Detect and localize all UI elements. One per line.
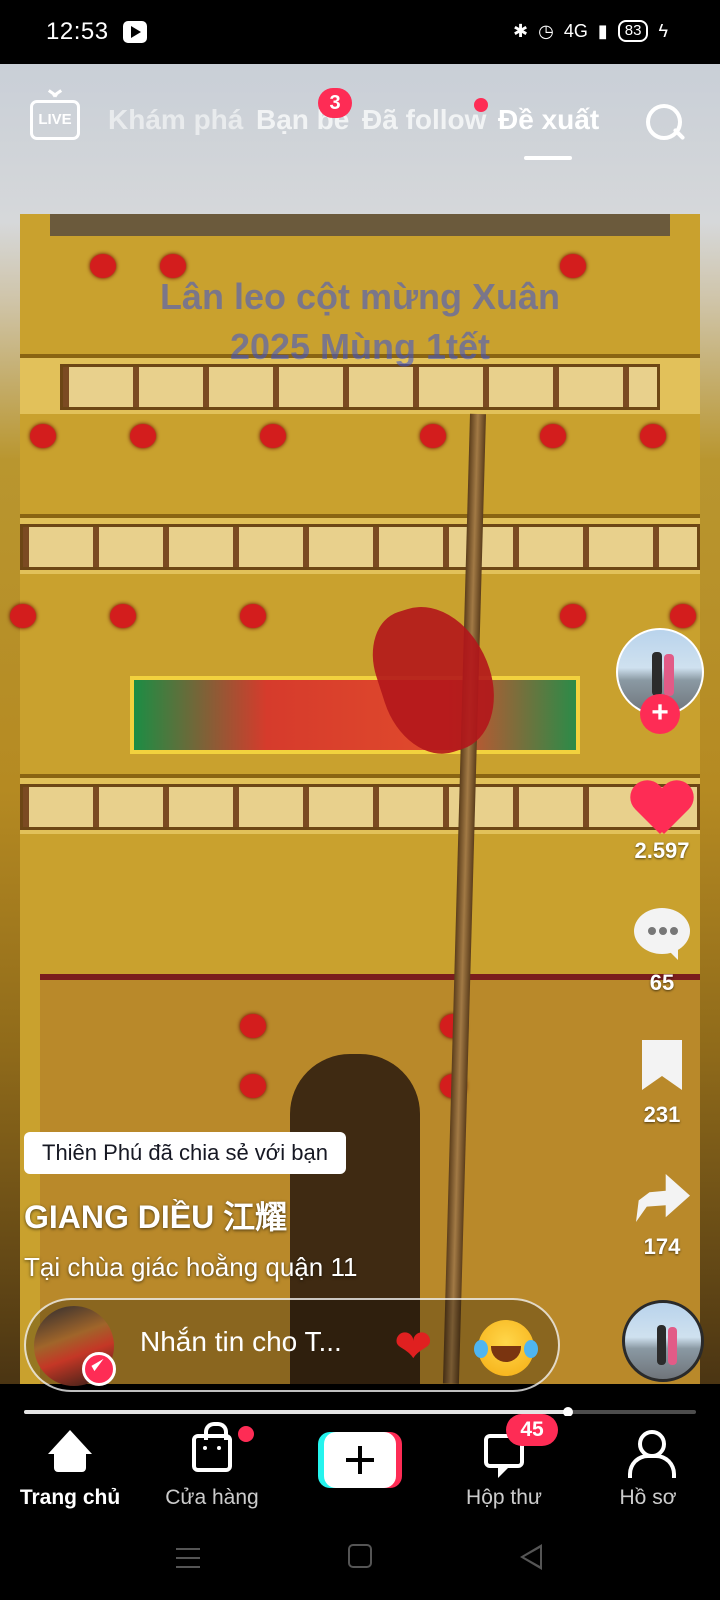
like-count: 2.597 (634, 838, 690, 863)
network-label: 4G (563, 20, 588, 41)
temple-banner (130, 676, 580, 754)
shared-by-chip[interactable]: Thiên Phú đã chia sẻ với bạn (24, 1132, 346, 1174)
laughing-tears-emoji-icon[interactable] (474, 1320, 534, 1376)
comment-count: 65 (649, 970, 675, 995)
home-icon (48, 1430, 92, 1472)
tab-kham-pha[interactable]: Khám phá (108, 104, 243, 136)
video-description[interactable]: Tại chùa giác hoằng quận 11 (24, 1252, 357, 1283)
system-home-icon[interactable] (348, 1544, 372, 1568)
youtube-notification-icon (122, 21, 147, 43)
signal-icon: ▮ (597, 20, 608, 41)
nav-profile[interactable]: Hồ sơ (578, 1426, 718, 1522)
quick-heart-icon[interactable]: ❤ (394, 1318, 433, 1374)
live-tv-icon[interactable]: LIVE (30, 100, 80, 140)
recent-apps-icon[interactable] (176, 1548, 200, 1568)
nav-inbox-label: Hộp thư (466, 1486, 542, 1509)
music-disc-avatar[interactable] (622, 1300, 704, 1382)
share-count: 174 (643, 1234, 681, 1259)
nav-home-label: Trang chủ (19, 1486, 121, 1509)
send-arrow-icon (82, 1352, 116, 1386)
battery-level: 83 (617, 20, 649, 42)
profile-person-icon (628, 1430, 676, 1478)
video-player[interactable]: Lân leo cột mừng Xuân 2025 Mùng 1tết (0, 64, 720, 1384)
plus-icon (346, 1446, 374, 1474)
nav-inbox[interactable]: 45 Hộp thư (434, 1414, 574, 1522)
nav-profile-label: Hồ sơ (619, 1486, 677, 1509)
nav-shop-label: Cửa hàng (165, 1486, 259, 1509)
comment-icon[interactable] (630, 902, 694, 966)
like-heart-icon[interactable] (630, 776, 694, 840)
nav-shop[interactable]: Cửa hàng (142, 1422, 282, 1522)
shop-dot-badge (238, 1426, 254, 1442)
video-progress-fill (24, 1410, 569, 1414)
status-time: 12:53 (46, 18, 109, 45)
status-bar: 12:53 ✱ ◷ 4G ▮ 83 ϟ (0, 0, 720, 64)
active-tab-indicator (524, 156, 572, 160)
bottom-tab-bar: Trang chủ Cửa hàng 45 Hộp thư Hồ sơ (0, 1414, 720, 1526)
save-count: 231 (643, 1102, 681, 1127)
system-navigation-bar (0, 1526, 720, 1600)
inbox-badge: 45 (506, 1414, 558, 1446)
author-name[interactable]: GIANG DIỀU 江耀 (24, 1192, 287, 1238)
following-dot-badge (474, 98, 488, 112)
friends-badge: 3 (318, 88, 352, 118)
shopping-bag-icon (192, 1422, 232, 1472)
message-reply-bar[interactable]: Nhắn tin cho T... ❤ (24, 1298, 560, 1392)
tab-da-follow[interactable]: Đã follow (362, 104, 486, 136)
alarm-icon: ◷ (538, 20, 554, 41)
share-arrow-icon[interactable] (630, 1166, 694, 1230)
video-progress-bar[interactable] (24, 1407, 696, 1417)
tab-de-xuat[interactable]: Đề xuất (498, 104, 599, 136)
bluetooth-icon: ✱ (513, 20, 529, 41)
top-feed-nav: LIVE Khám phá Bạn bè 3 Đã follow Đề xuất (0, 88, 720, 170)
search-icon[interactable] (644, 102, 684, 142)
create-button[interactable] (318, 1432, 402, 1488)
video-overlay-text-line2: 2025 Mùng 1tết (229, 326, 491, 367)
back-icon[interactable] (520, 1544, 542, 1570)
bookmark-icon[interactable] (630, 1034, 694, 1098)
status-indicators: ✱ ◷ 4G ▮ 83 ϟ (513, 20, 668, 42)
charging-icon: ϟ (658, 20, 668, 41)
nav-home[interactable]: Trang chủ (0, 1426, 140, 1522)
follow-plus-button[interactable]: + (640, 694, 680, 734)
video-overlay-text-line1: Lân leo cột mừng Xuân (159, 276, 561, 317)
message-input[interactable]: Nhắn tin cho T... (140, 1326, 342, 1358)
